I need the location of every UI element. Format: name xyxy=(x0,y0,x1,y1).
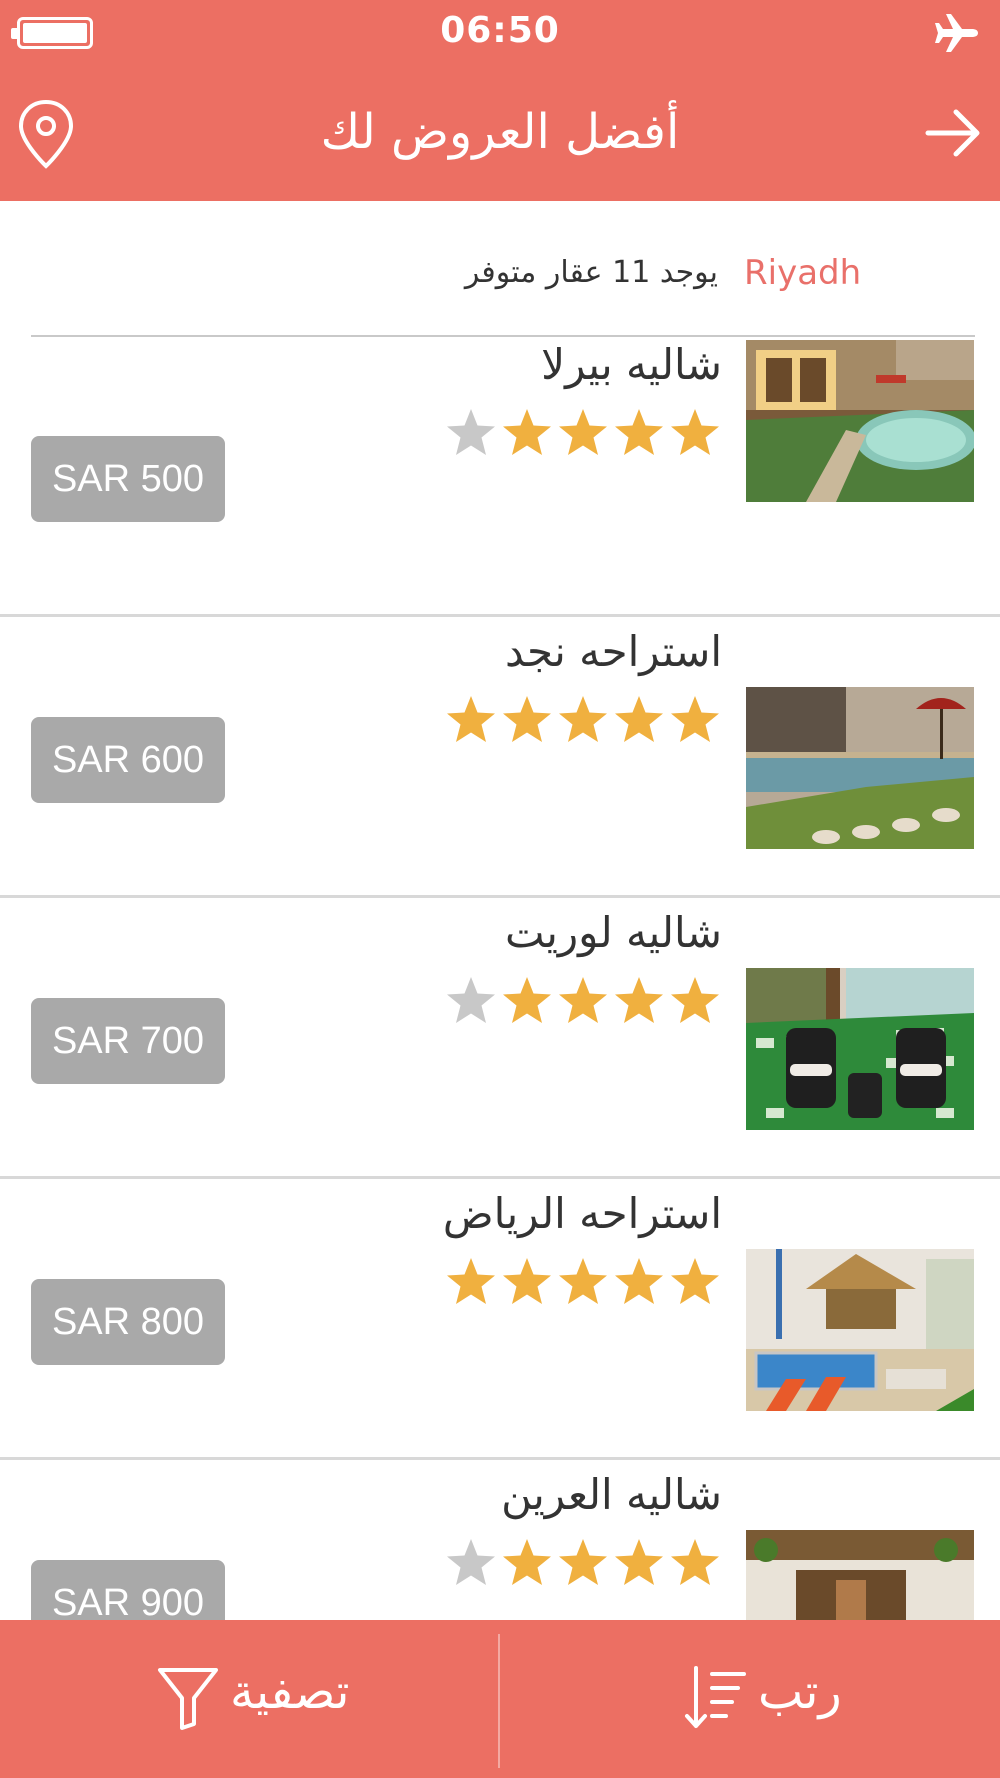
star-filled-icon xyxy=(503,409,551,455)
star-filled-icon xyxy=(503,1258,551,1304)
property-photo xyxy=(746,968,974,1130)
star-filled-icon xyxy=(671,1258,719,1304)
star-filled-icon xyxy=(447,696,495,742)
property-photo xyxy=(746,1249,974,1411)
star-filled-icon xyxy=(615,1539,663,1585)
star-rating xyxy=(444,406,722,462)
filter-label: تصفية xyxy=(230,1664,350,1720)
status-time: 06:50 xyxy=(440,10,560,51)
star-filled-icon xyxy=(503,696,551,742)
list-item[interactable]: شاليه العرين SAR 900 xyxy=(0,1460,1000,1620)
sort-button[interactable]: رتب xyxy=(500,1620,998,1778)
star-rating xyxy=(444,693,722,749)
filter-funnel-icon xyxy=(158,1668,218,1730)
star-filled-icon xyxy=(615,409,663,455)
star-filled-icon xyxy=(615,977,663,1023)
listings-list[interactable]: شاليه بيرلا SAR 500 استراحه نجد SAR 600 xyxy=(0,336,1000,1620)
star-filled-icon xyxy=(559,409,607,455)
star-filled-icon xyxy=(671,409,719,455)
list-item[interactable]: شاليه لوريت SAR 700 xyxy=(0,898,1000,1179)
property-photo xyxy=(746,340,974,502)
sort-icon xyxy=(685,1666,746,1728)
price-badge[interactable]: SAR 500 xyxy=(31,436,225,522)
property-photo xyxy=(746,687,974,849)
star-filled-icon xyxy=(559,1539,607,1585)
arrow-right-icon[interactable] xyxy=(924,106,982,160)
status-bar: 06:50 xyxy=(0,0,1000,66)
list-item[interactable]: استراحه نجد SAR 600 xyxy=(0,617,1000,898)
star-rating xyxy=(444,1255,722,1311)
property-name[interactable]: استراحه الرياض xyxy=(443,1189,722,1238)
star-filled-icon xyxy=(559,977,607,1023)
star-filled-icon xyxy=(671,1539,719,1585)
results-count: يوجد 11 عقار متوفر xyxy=(464,255,718,290)
star-filled-icon xyxy=(503,977,551,1023)
property-photo xyxy=(746,1530,974,1620)
star-empty-icon xyxy=(447,977,495,1023)
list-item[interactable]: استراحه الرياض SAR 800 xyxy=(0,1179,1000,1460)
nav-bar: أفضل العروض لك xyxy=(0,66,1000,201)
property-name[interactable]: شاليه بيرلا xyxy=(541,340,722,389)
star-filled-icon xyxy=(615,1258,663,1304)
results-summary: Riyadh يوجد 11 عقار متوفر xyxy=(0,201,1000,337)
filter-button[interactable]: تصفية xyxy=(0,1620,498,1778)
star-filled-icon xyxy=(671,977,719,1023)
bottom-toolbar: تصفية رتب xyxy=(0,1620,1000,1778)
price-badge[interactable]: SAR 700 xyxy=(31,998,225,1084)
city-label[interactable]: Riyadh xyxy=(744,253,861,293)
star-filled-icon xyxy=(503,1539,551,1585)
star-rating xyxy=(444,974,722,1030)
star-filled-icon xyxy=(671,696,719,742)
star-filled-icon xyxy=(615,696,663,742)
star-rating xyxy=(444,1536,722,1592)
price-badge[interactable]: SAR 600 xyxy=(31,717,225,803)
property-name[interactable]: شاليه العرين xyxy=(501,1470,722,1519)
star-empty-icon xyxy=(447,1539,495,1585)
page-title: أفضل العروض لك xyxy=(320,104,680,160)
star-filled-icon xyxy=(559,696,607,742)
star-empty-icon xyxy=(447,409,495,455)
property-name[interactable]: استراحه نجد xyxy=(505,627,722,676)
property-name[interactable]: شاليه لوريت xyxy=(505,908,722,957)
star-filled-icon xyxy=(559,1258,607,1304)
price-badge[interactable]: SAR 900 xyxy=(31,1560,225,1620)
sort-label: رتب xyxy=(758,1664,842,1720)
list-item[interactable]: شاليه بيرلا SAR 500 xyxy=(0,336,1000,617)
price-badge[interactable]: SAR 800 xyxy=(31,1279,225,1365)
airplane-mode-icon xyxy=(935,14,978,52)
star-filled-icon xyxy=(447,1258,495,1304)
